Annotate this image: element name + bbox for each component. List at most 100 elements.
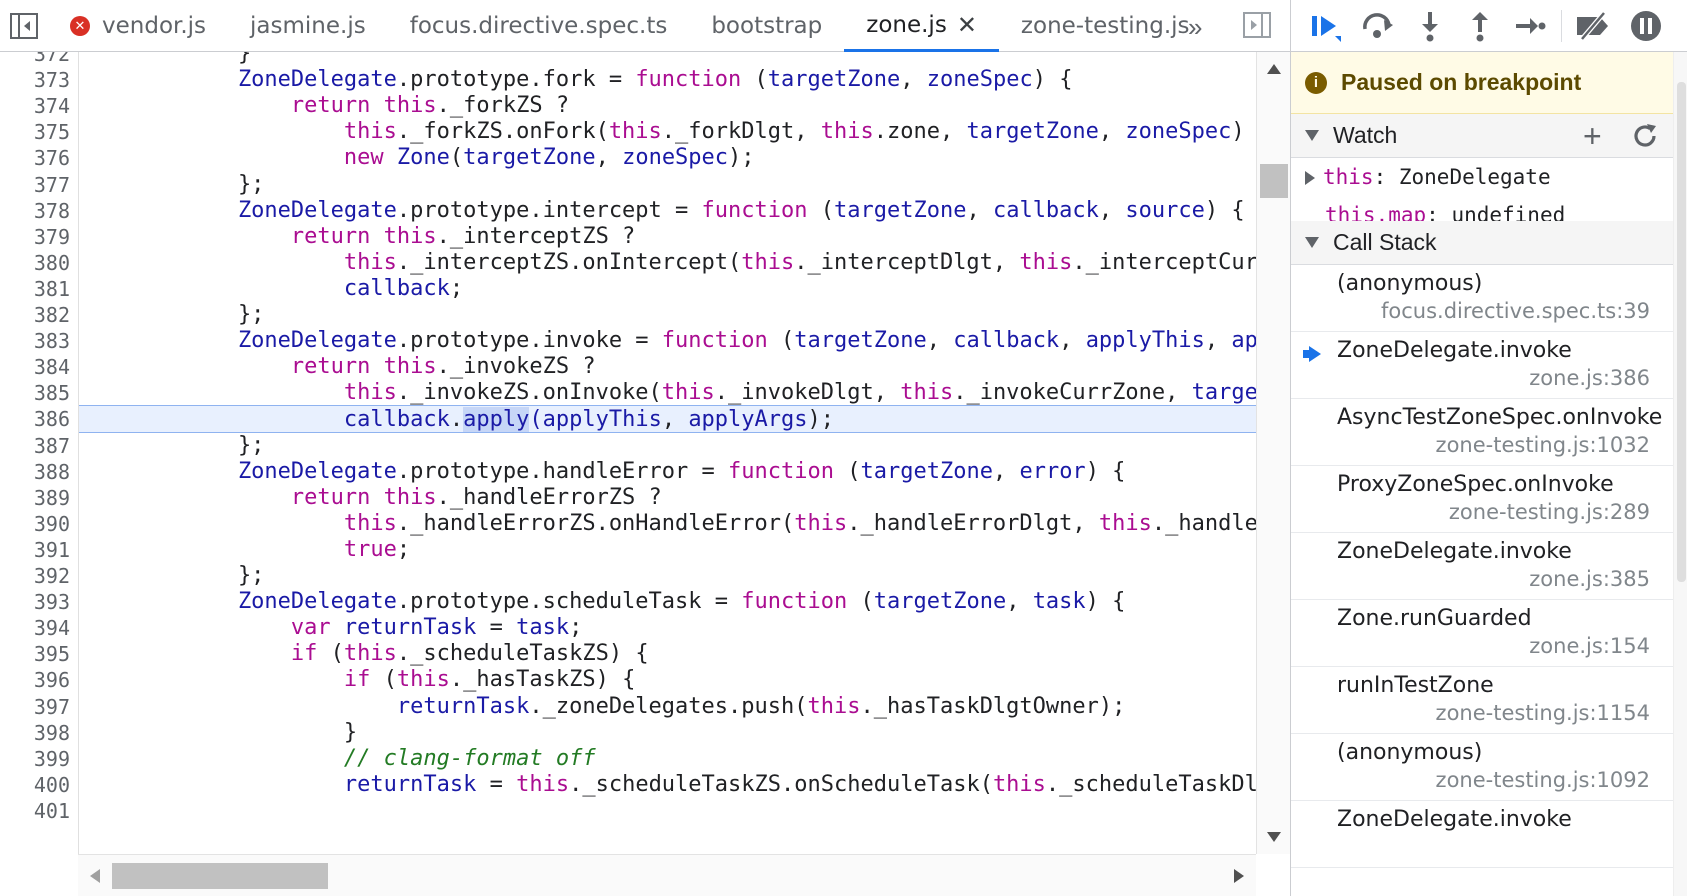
line-number[interactable]: 378 xyxy=(0,197,70,225)
line-number[interactable]: 392 xyxy=(0,562,70,590)
line-number[interactable]: 379 xyxy=(0,223,70,251)
line-number[interactable]: 397 xyxy=(0,693,70,721)
scroll-down-arrow-icon[interactable] xyxy=(1267,832,1281,842)
scroll-left-arrow-icon[interactable] xyxy=(90,869,100,883)
code-line[interactable]: new Zone(targetZone, zoneSpec); xyxy=(79,144,1256,172)
toggle-debugger-button[interactable] xyxy=(1243,12,1271,43)
line-number[interactable]: 400 xyxy=(0,771,70,799)
debugger-scroll-thumb[interactable] xyxy=(1677,82,1686,582)
add-watch-expression-button[interactable]: + xyxy=(1583,120,1602,152)
code-line[interactable]: ZoneDelegate.prototype.scheduleTask = fu… xyxy=(79,588,1256,616)
code-line[interactable]: if (this._hasTaskZS) { xyxy=(79,666,1256,694)
line-number[interactable]: 385 xyxy=(0,379,70,407)
resume-button[interactable] xyxy=(1305,6,1347,46)
code-line[interactable] xyxy=(79,797,1256,825)
code-line[interactable]: // clang-format off xyxy=(79,745,1256,773)
code-line[interactable]: callback; xyxy=(79,275,1256,303)
line-number[interactable]: 394 xyxy=(0,614,70,642)
line-number[interactable]: 384 xyxy=(0,353,70,381)
line-number[interactable]: 376 xyxy=(0,144,70,172)
scroll-right-arrow-icon[interactable] xyxy=(1234,869,1244,883)
line-number[interactable]: 399 xyxy=(0,745,70,773)
line-number[interactable]: 380 xyxy=(0,249,70,277)
call-frame[interactable]: (anonymous) zone-testing.js:1092 xyxy=(1291,734,1687,801)
call-stack-section-header[interactable]: Call Stack xyxy=(1291,221,1687,265)
code-line[interactable]: return this._invokeZS ? xyxy=(79,353,1256,381)
line-number[interactable]: 386 xyxy=(0,405,70,433)
file-tab-0[interactable]: ✕ vendor.js xyxy=(48,0,228,52)
call-frame-location[interactable]: zone.js:385 xyxy=(1529,567,1650,591)
line-number[interactable]: 390 xyxy=(0,510,70,538)
refresh-watch-button[interactable] xyxy=(1631,122,1659,155)
code-line[interactable]: var returnTask = task; xyxy=(79,614,1256,642)
code-line[interactable]: this._interceptZS.onIntercept(this._inte… xyxy=(79,249,1256,277)
watch-section-header[interactable]: Watch + xyxy=(1291,114,1687,158)
more-tabs-button[interactable]: » xyxy=(1188,12,1202,43)
line-number[interactable]: 381 xyxy=(0,275,70,303)
code-line[interactable]: }; xyxy=(79,301,1256,329)
call-frame-location[interactable]: zone-testing.js:1092 xyxy=(1436,768,1650,792)
code-line[interactable]: return this._handleErrorZS ? xyxy=(79,484,1256,512)
scroll-up-arrow-icon[interactable] xyxy=(1267,64,1281,74)
call-frame[interactable]: ZoneDelegate.invoke zone.js:386 xyxy=(1291,332,1687,399)
editor-vertical-scrollbar[interactable] xyxy=(1256,52,1291,854)
code-line[interactable]: ZoneDelegate.prototype.handleError = fun… xyxy=(79,458,1256,486)
code-line[interactable]: }; xyxy=(79,562,1256,590)
code-line[interactable]: if (this._scheduleTaskZS) { xyxy=(79,640,1256,668)
line-number[interactable]: 387 xyxy=(0,432,70,460)
code-line[interactable]: }; xyxy=(79,432,1256,460)
file-tab-3[interactable]: bootstrap xyxy=(689,0,844,52)
code-line[interactable]: ZoneDelegate.prototype.intercept = funct… xyxy=(79,197,1256,225)
code-line[interactable]: ZoneDelegate.prototype.fork = function (… xyxy=(79,66,1256,94)
expand-right-triangle-icon[interactable] xyxy=(1305,171,1315,185)
line-number[interactable]: 395 xyxy=(0,640,70,668)
call-frame-location[interactable]: zone-testing.js:289 xyxy=(1449,500,1650,524)
code-line[interactable]: } xyxy=(79,719,1256,747)
call-frame-location[interactable]: zone.js:386 xyxy=(1529,366,1650,390)
deactivate-breakpoints-button[interactable] xyxy=(1573,6,1615,46)
call-frame-location[interactable]: focus.directive.spec.ts:39 xyxy=(1381,299,1650,323)
step-out-button[interactable] xyxy=(1459,6,1501,46)
step-button[interactable] xyxy=(1509,6,1551,46)
call-frame-location[interactable]: zone-testing.js:1154 xyxy=(1436,701,1650,725)
call-frame[interactable]: Zone.runGuarded zone.js:154 xyxy=(1291,600,1687,667)
call-frame-location[interactable]: zone-testing.js:1032 xyxy=(1436,433,1650,457)
current-execution-line[interactable]: callback.apply(applyThis, applyArgs); xyxy=(79,405,1256,434)
code-line[interactable]: this._invokeZS.onInvoke(this._invokeDlgt… xyxy=(79,379,1256,407)
step-over-button[interactable] xyxy=(1357,6,1399,46)
call-frame[interactable]: (anonymous) focus.directive.spec.ts:39 xyxy=(1291,265,1687,332)
code-line[interactable]: this._forkZS.onFork(this._forkDlgt, this… xyxy=(79,118,1256,146)
line-number[interactable]: 398 xyxy=(0,719,70,747)
code-line[interactable]: return this._forkZS ? xyxy=(79,92,1256,120)
line-number-gutter[interactable]: 372 373 374 375 376 377 378 379 380 381 382 383 384 3… xyxy=(0,52,79,854)
code-line[interactable]: returnTask = this._scheduleTaskZS.onSche… xyxy=(79,771,1256,799)
file-tab-4[interactable]: zone.js ✕ xyxy=(844,0,999,52)
line-number[interactable]: 373 xyxy=(0,66,70,94)
code-line[interactable]: }; xyxy=(79,171,1256,199)
line-number[interactable]: 375 xyxy=(0,118,70,146)
toggle-navigator-button[interactable] xyxy=(8,10,40,42)
line-number[interactable]: 389 xyxy=(0,484,70,512)
vertical-scroll-thumb[interactable] xyxy=(1260,164,1288,198)
file-tab-5[interactable]: zone-testing.js xyxy=(999,0,1212,52)
code-line[interactable]: return this._interceptZS ? xyxy=(79,223,1256,251)
horizontal-scroll-thumb[interactable] xyxy=(112,863,328,889)
call-frame[interactable]: ZoneDelegate.invoke xyxy=(1291,801,1687,868)
line-number[interactable]: 393 xyxy=(0,588,70,616)
watch-item-this[interactable]: this: ZoneDelegate xyxy=(1291,158,1687,196)
line-number[interactable]: 396 xyxy=(0,666,70,694)
call-frame[interactable]: AsyncTestZoneSpec.onInvoke zone-testing.j… xyxy=(1291,399,1687,466)
pause-on-exceptions-button[interactable] xyxy=(1625,6,1667,46)
file-tab-1[interactable]: jasmine.js xyxy=(228,0,388,52)
code-lines[interactable]: } ZoneDelegate.prototype.fork = function… xyxy=(79,52,1256,854)
line-number[interactable]: 382 xyxy=(0,301,70,329)
line-number[interactable]: 391 xyxy=(0,536,70,564)
code-line[interactable]: this._handleErrorZS.onHandleError(this._… xyxy=(79,510,1256,538)
line-number[interactable]: 383 xyxy=(0,327,70,355)
call-frame[interactable]: runInTestZone zone-testing.js:1154 xyxy=(1291,667,1687,734)
call-frame-location[interactable]: zone.js:154 xyxy=(1529,634,1650,658)
line-number[interactable]: 388 xyxy=(0,458,70,486)
file-tab-2[interactable]: focus.directive.spec.ts xyxy=(388,0,690,52)
debugger-vertical-scrollbar[interactable] xyxy=(1673,52,1687,896)
line-number[interactable]: 374 xyxy=(0,92,70,120)
